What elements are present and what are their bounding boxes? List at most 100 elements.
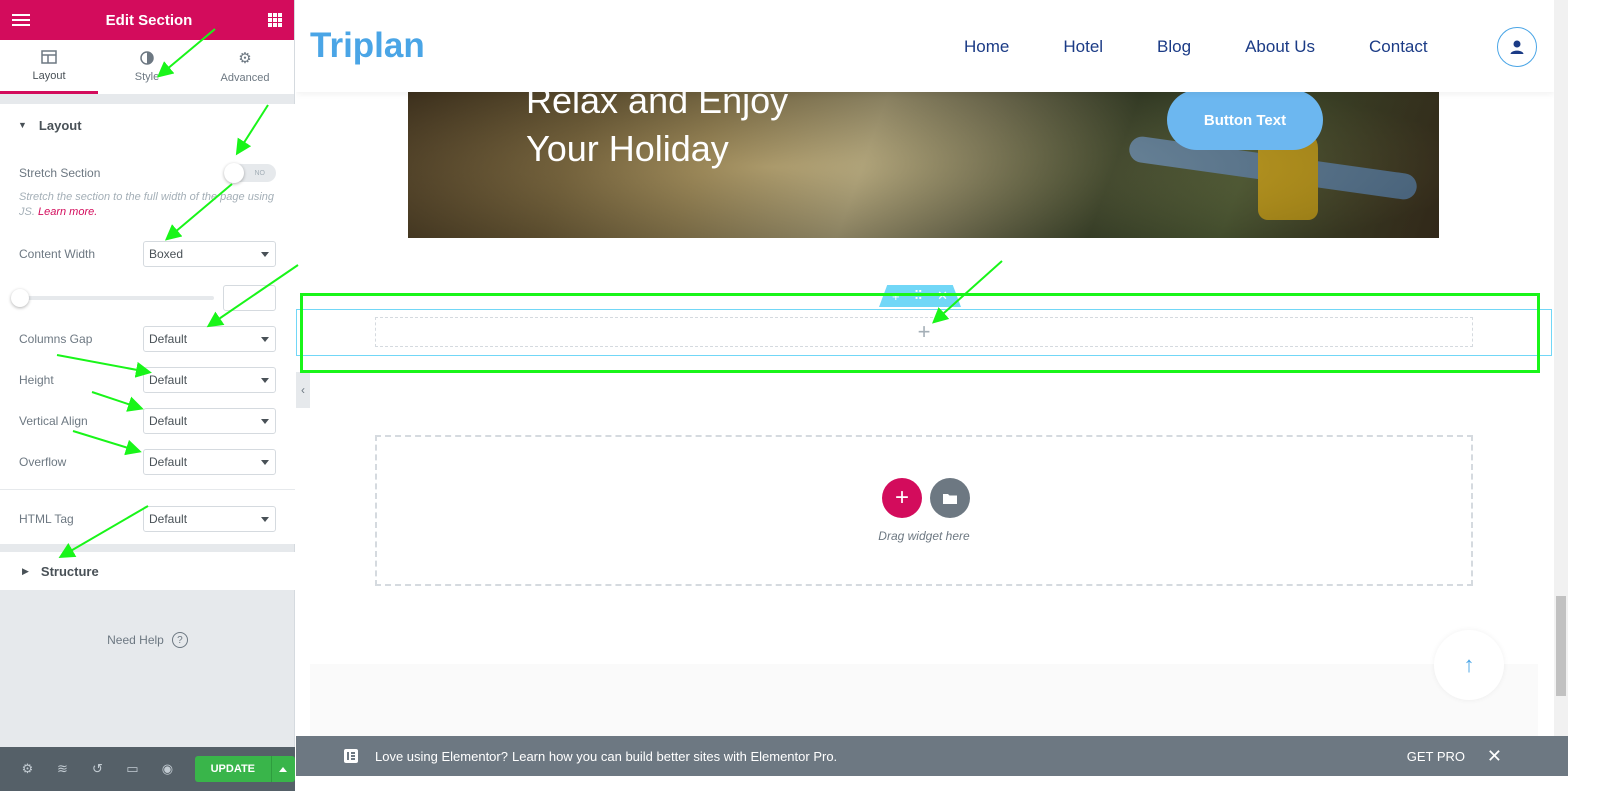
vertical-align-label: Vertical Align — [19, 414, 88, 428]
add-new-section-button[interactable]: + — [882, 478, 922, 518]
panel-header: Edit Section — [0, 0, 294, 40]
slider-handle[interactable] — [11, 289, 29, 307]
panel-body: ▼ Layout Stretch Section NO Stretch the … — [0, 96, 295, 590]
columns-gap-value: Default — [149, 332, 188, 346]
height-label: Height — [19, 373, 54, 387]
elementor-panel: Edit Section Layout Style ⚙ Advanced ▼ L… — [0, 0, 296, 791]
dropdown-arrow-icon — [261, 377, 269, 383]
collapse-panel-button[interactable]: ‹ — [296, 372, 310, 408]
hamburger-menu-icon[interactable] — [12, 13, 30, 27]
elementor-pro-banner: Love using Elementor? Learn how you can … — [296, 736, 1568, 776]
add-section-drop-zone[interactable]: + Drag widget here — [375, 435, 1473, 586]
stretch-help-text: Stretch the section to the full width of… — [19, 190, 276, 220]
folder-icon — [943, 493, 957, 504]
width-slider-control — [11, 285, 276, 311]
panel-title: Edit Section — [105, 11, 193, 29]
stretch-section-toggle[interactable]: NO — [224, 163, 276, 183]
widgets-grid-icon[interactable] — [268, 13, 282, 27]
caret-up-icon — [279, 766, 288, 772]
main-nav: Home Hotel Blog About Us Contact — [964, 37, 1482, 57]
height-control: Height Default — [19, 367, 276, 393]
section-layout-body: Stretch Section NO Stretch the section t… — [0, 146, 295, 544]
tab-style[interactable]: Style — [98, 40, 196, 94]
divider — [0, 489, 295, 490]
height-value: Default — [149, 373, 188, 387]
content-width-value: Boxed — [149, 247, 184, 261]
page-footer-strip — [310, 664, 1538, 736]
overflow-select[interactable]: Default — [143, 449, 276, 475]
toggle-state: NO — [254, 169, 266, 177]
content-width-label: Content Width — [19, 247, 96, 261]
vertical-align-control: Vertical Align Default — [19, 408, 276, 434]
chevron-left-icon: ‹ — [301, 383, 305, 397]
settings-gear-icon[interactable]: ⚙ — [10, 747, 45, 791]
nav-contact[interactable]: Contact — [1369, 37, 1428, 57]
gear-icon: ⚙ — [238, 49, 252, 67]
html-tag-label: HTML Tag — [19, 512, 74, 526]
user-account-button[interactable] — [1497, 27, 1537, 67]
content-width-control: Content Width Boxed — [19, 241, 276, 267]
dropdown-arrow-icon — [261, 459, 269, 465]
user-icon — [1510, 40, 1524, 54]
help-question-icon: ? — [171, 632, 188, 648]
width-number-input[interactable] — [223, 285, 276, 311]
close-icon[interactable]: ✕ — [1487, 746, 1502, 767]
stretch-section-label: Stretch Section — [19, 166, 101, 180]
section-structure-header[interactable]: ▶ Structure — [0, 552, 295, 590]
section-layout-title: Layout — [38, 117, 82, 133]
height-select[interactable]: Default — [143, 367, 276, 393]
get-pro-button[interactable]: GET PRO — [1407, 749, 1465, 764]
columns-gap-label: Columns Gap — [19, 332, 93, 346]
tab-layout[interactable]: Layout — [0, 40, 98, 94]
add-template-button[interactable] — [930, 478, 970, 518]
nav-home[interactable]: Home — [964, 37, 1009, 57]
banner-text: Love using Elementor? — [375, 748, 508, 764]
tab-advanced-label: Advanced — [220, 71, 270, 84]
arrow-up-icon: ↑ — [1463, 652, 1475, 677]
need-help-label: Need Help — [107, 633, 164, 647]
tab-style-label: Style — [134, 71, 160, 83]
layout-icon — [41, 49, 57, 64]
panel-footer: ⚙ ≋ ↺ ▭ ◉ UPDATE — [0, 747, 296, 791]
toggle-knob — [224, 163, 244, 183]
dropdown-arrow-icon — [261, 418, 269, 424]
learn-more-link[interactable]: Learn more. — [38, 206, 97, 218]
vertical-align-select[interactable]: Default — [143, 408, 276, 434]
html-tag-value: Default — [149, 512, 188, 526]
hero-button[interactable]: Button Text — [1167, 90, 1323, 150]
page-preview: Relax and Enjoy Your Holiday Button Text… — [296, 0, 1554, 736]
panel-tabs: Layout Style ⚙ Advanced — [0, 40, 294, 95]
scroll-to-top-button[interactable]: ↑ — [1434, 630, 1504, 700]
preview-eye-icon[interactable]: ◉ — [150, 747, 185, 791]
scrollbar-thumb[interactable] — [1556, 596, 1566, 696]
update-button[interactable]: UPDATE — [194, 756, 271, 782]
nav-blog[interactable]: Blog — [1157, 37, 1191, 57]
update-options-button[interactable] — [270, 756, 296, 782]
navigator-layers-icon[interactable]: ≋ — [45, 747, 80, 791]
content-width-select[interactable]: Boxed — [143, 241, 276, 267]
section-structure-title: Structure — [40, 563, 99, 579]
contrast-icon — [140, 51, 154, 65]
need-help-link[interactable]: Need Help ? — [0, 632, 295, 648]
history-icon[interactable]: ↺ — [80, 747, 115, 791]
stretch-section-control: Stretch Section NO — [19, 146, 276, 183]
site-logo[interactable]: Triplan — [310, 26, 425, 66]
tab-advanced[interactable]: ⚙ Advanced — [196, 40, 294, 94]
banner-link[interactable]: Learn how you can build better sites wit… — [512, 749, 837, 764]
columns-gap-select[interactable]: Default — [143, 326, 276, 352]
preview-scrollbar[interactable] — [1554, 0, 1568, 736]
caret-down-icon: ▼ — [18, 120, 27, 130]
overflow-label: Overflow — [19, 455, 67, 469]
nav-about-us[interactable]: About Us — [1245, 37, 1315, 57]
elementor-logo-icon — [344, 749, 358, 763]
overflow-control: Overflow Default — [19, 449, 276, 475]
columns-gap-control: Columns Gap Default — [19, 326, 276, 352]
dropdown-arrow-icon — [261, 336, 269, 342]
nav-hotel[interactable]: Hotel — [1063, 37, 1103, 57]
section-layout-header[interactable]: ▼ Layout — [0, 104, 295, 146]
html-tag-control: HTML Tag Default — [19, 506, 276, 532]
width-slider[interactable] — [11, 289, 214, 307]
html-tag-select[interactable]: Default — [143, 506, 276, 532]
responsive-desktop-icon[interactable]: ▭ — [115, 747, 150, 791]
vertical-align-value: Default — [149, 414, 188, 428]
